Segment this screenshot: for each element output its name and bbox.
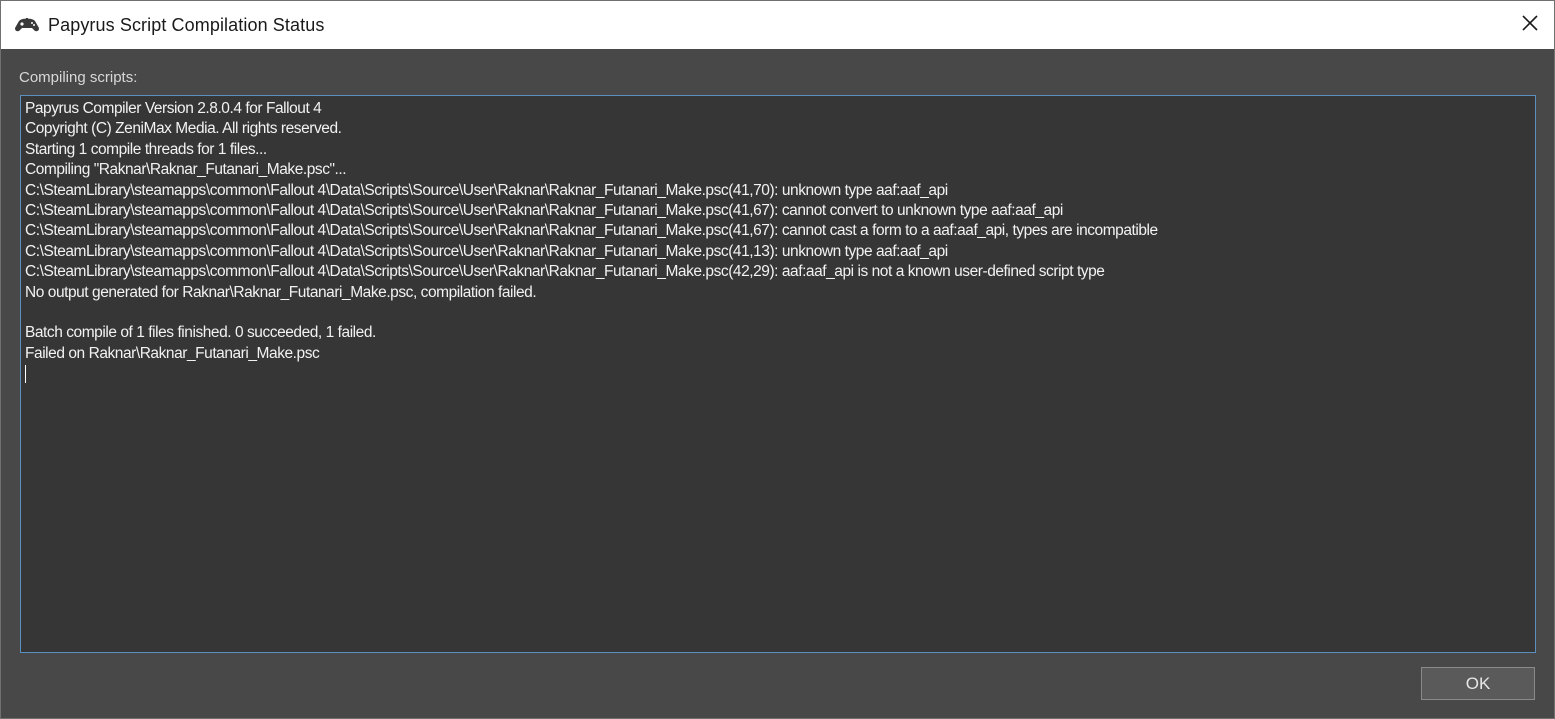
title-bar[interactable]: Papyrus Script Compilation Status (1, 1, 1554, 49)
compilation-status-window: Papyrus Script Compilation Status Compil… (0, 0, 1555, 719)
output-line: Starting 1 compile threads for 1 files..… (25, 140, 267, 158)
output-line: Papyrus Compiler Version 2.8.0.4 for Fal… (25, 100, 322, 117)
ok-button[interactable]: OK (1421, 667, 1535, 700)
output-line: Failed on Raknar\Raknar_Futanari_Make.ps… (25, 344, 320, 362)
output-line: C:\SteamLibrary\steamapps\common\Fallout… (25, 263, 1105, 281)
window-title: Papyrus Script Compilation Status (48, 14, 325, 35)
close-icon (1521, 14, 1539, 37)
output-line: C:\SteamLibrary\steamapps\common\Fallout… (25, 242, 948, 260)
output-line: No output generated for Raknar\Raknar_Fu… (25, 283, 537, 301)
output-line: C:\SteamLibrary\steamapps\common\Fallout… (25, 201, 1063, 219)
output-line: C:\SteamLibrary\steamapps\common\Fallout… (25, 222, 1158, 240)
compiling-scripts-label: Compiling scripts: (19, 69, 138, 86)
compiler-output-textbox[interactable]: Papyrus Compiler Version 2.8.0.4 for Fal… (20, 95, 1536, 653)
output-line: Batch compile of 1 files finished. 0 suc… (25, 324, 376, 342)
text-caret (25, 365, 26, 384)
close-button[interactable] (1506, 1, 1554, 49)
gamepad-icon (14, 15, 40, 35)
output-line: C:\SteamLibrary\steamapps\common\Fallout… (25, 181, 948, 199)
output-line: Compiling "Raknar\Raknar_Futanari_Make.p… (25, 161, 347, 179)
output-line: Copyright (C) ZeniMax Media. All rights … (25, 120, 342, 138)
dialog-content: Compiling scripts: Papyrus Compiler Vers… (1, 49, 1554, 718)
